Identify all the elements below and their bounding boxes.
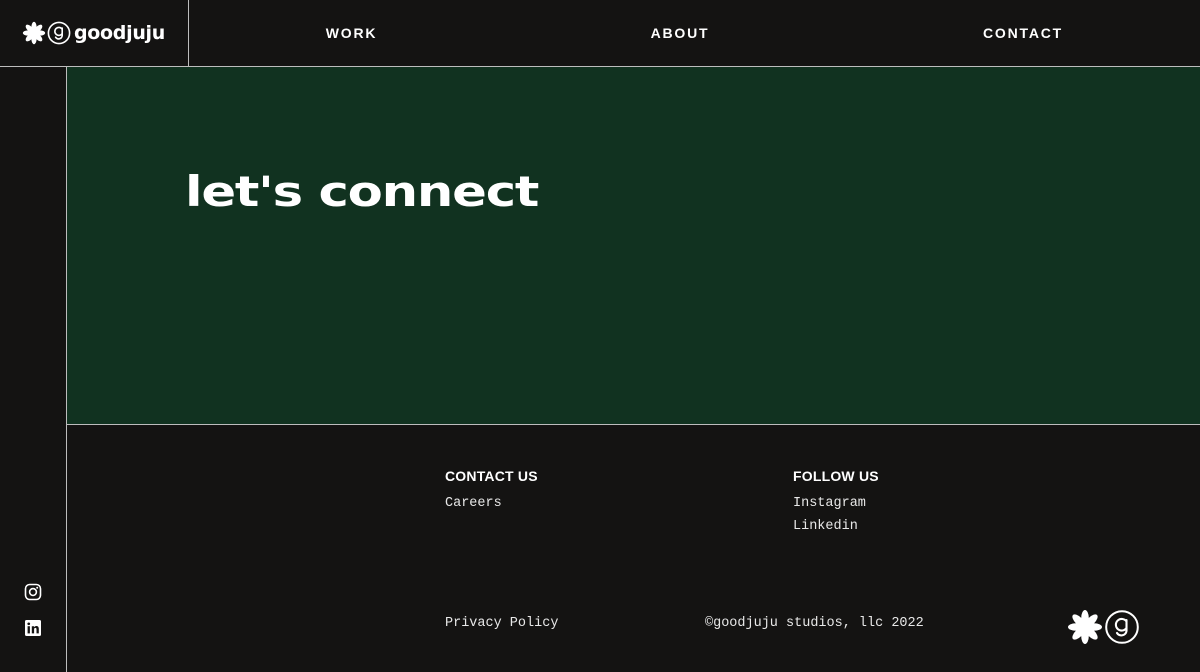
hero-section: let's connect (67, 67, 1200, 425)
g-circle-icon (47, 21, 71, 45)
nav-about-link[interactable]: ABOUT (625, 0, 735, 66)
instagram-icon[interactable] (24, 583, 42, 601)
flower-icon (1068, 610, 1102, 644)
footer-logo-link[interactable] (1067, 609, 1141, 650)
nav-work-link[interactable]: WORK (300, 0, 403, 66)
linkedin-link[interactable]: Linkedin (793, 519, 858, 534)
privacy-policy-link[interactable]: Privacy Policy (445, 616, 558, 631)
brand-wordmark: goodjuju (74, 22, 165, 44)
site-footer: CONTACT US Careers FOLLOW US Instagram L… (67, 425, 1200, 672)
g-circle-icon (1105, 610, 1139, 644)
logo-home-link[interactable]: goodjuju (0, 0, 189, 66)
follow-us-heading: FOLLOW US (793, 468, 879, 484)
contact-us-heading: CONTACT US (445, 468, 538, 484)
instagram-link[interactable]: Instagram (793, 496, 866, 511)
page-title: let's connect (185, 167, 539, 216)
copyright-text: ©goodjuju studios, llc 2022 (705, 616, 924, 631)
left-rail (0, 67, 67, 672)
nav-contact-link[interactable]: CONTACT (962, 0, 1084, 66)
site-header: goodjuju WORK ABOUT CONTACT (0, 0, 1200, 67)
flower-icon (22, 21, 46, 45)
linkedin-icon[interactable] (24, 619, 42, 637)
careers-link[interactable]: Careers (445, 496, 502, 511)
